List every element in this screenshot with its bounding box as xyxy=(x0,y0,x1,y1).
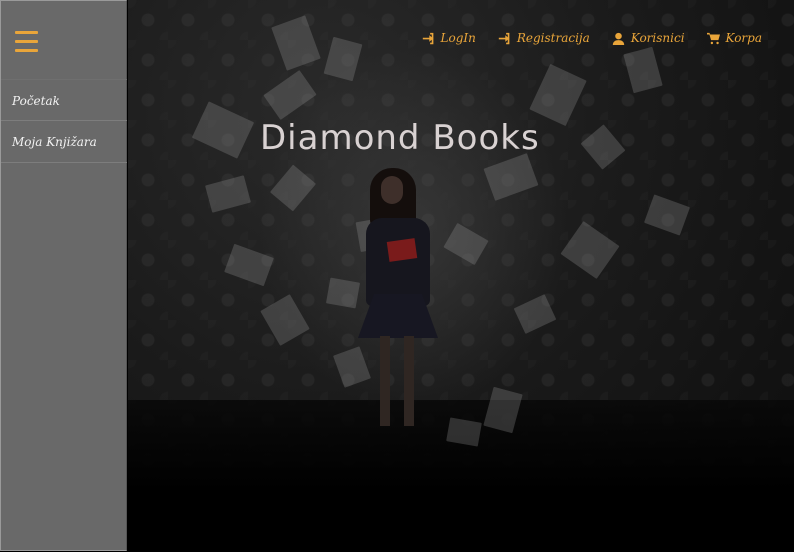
user-icon xyxy=(612,32,624,45)
users-link[interactable]: Korisnici xyxy=(612,31,685,45)
sidebar: Početak Moja Knjižara xyxy=(0,0,127,551)
reading-woman-illustration xyxy=(348,166,448,446)
login-label: LogIn xyxy=(440,31,476,45)
hamburger-menu-icon[interactable] xyxy=(15,31,38,53)
login-link[interactable]: LogIn xyxy=(422,31,476,45)
registration-link[interactable]: Registracija xyxy=(498,31,590,45)
registration-label: Registracija xyxy=(516,31,590,45)
top-navigation: LogIn Registracija Korisnici Korpa xyxy=(400,31,762,45)
hero-title: Diamond Books xyxy=(260,118,540,158)
cart-link[interactable]: Korpa xyxy=(706,31,762,45)
cart-icon xyxy=(706,32,720,44)
cart-label: Korpa xyxy=(725,31,762,45)
page: Početak Moja Knjižara Diamond Books LogI… xyxy=(0,0,794,552)
users-label: Korisnici xyxy=(630,31,685,45)
sign-in-icon xyxy=(422,32,433,44)
sign-in-icon xyxy=(498,32,510,44)
sidebar-item-moja-knjizara[interactable]: Moja Knjižara xyxy=(1,121,127,163)
hero-banner: Diamond Books LogIn Registracija Korisni… xyxy=(128,0,794,552)
sidebar-item-pocetak[interactable]: Početak xyxy=(1,79,127,121)
